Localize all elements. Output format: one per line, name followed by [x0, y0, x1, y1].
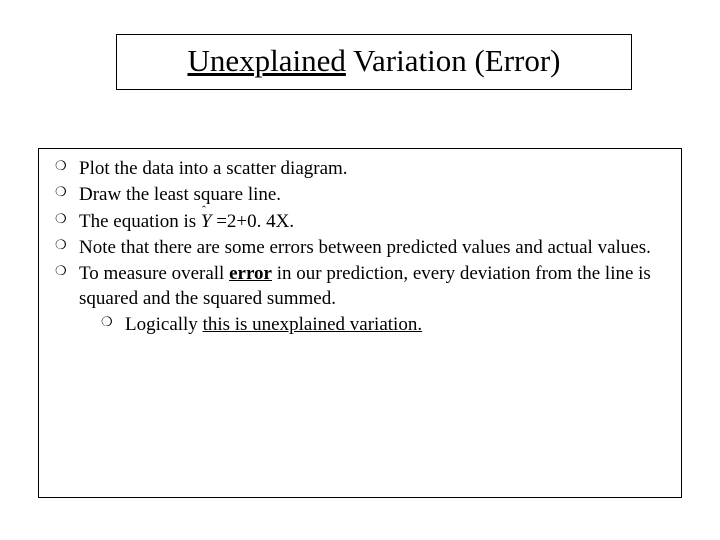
sub-bullet-list: Logically this is unexplained variation.	[79, 313, 665, 337]
list-item: Plot the data into a scatter diagram.	[55, 157, 665, 181]
sub-bullet-prefix: Logically	[125, 314, 203, 335]
sub-bullet-underlined: this is unexplained variation.	[203, 314, 423, 335]
list-item: Logically this is unexplained variation.	[101, 313, 665, 337]
content-box: Plot the data into a scatter diagram. Dr…	[38, 148, 682, 498]
slide: Unexplained Variation (Error) Plot the d…	[0, 0, 720, 540]
error-underlined: error	[229, 263, 272, 284]
bullet-text-prefix: The equation is	[79, 211, 201, 232]
bullet-list: Plot the data into a scatter diagram. Dr…	[55, 157, 665, 337]
title-box: Unexplained Variation (Error)	[116, 34, 632, 90]
title-underlined: Unexplained	[187, 43, 345, 78]
y-hat-symbol: ˆY	[201, 210, 212, 234]
hat-mark: ˆ	[202, 203, 206, 218]
list-item: The equation is ˆY =2+0. 4X.	[55, 210, 665, 234]
bullet-text-prefix: To measure overall	[79, 263, 229, 284]
list-item: Note that there are some errors between …	[55, 236, 665, 260]
bullet-text: Note that there are some errors between …	[79, 237, 651, 258]
list-item: Draw the least square line.	[55, 183, 665, 207]
bullet-text: Plot the data into a scatter diagram.	[79, 158, 348, 179]
bullet-text: Draw the least square line.	[79, 184, 281, 205]
bullet-text-suffix: =2+0. 4X.	[211, 211, 294, 232]
title-rest: Variation (Error)	[346, 43, 561, 78]
list-item: To measure overall error in our predicti…	[55, 262, 665, 337]
